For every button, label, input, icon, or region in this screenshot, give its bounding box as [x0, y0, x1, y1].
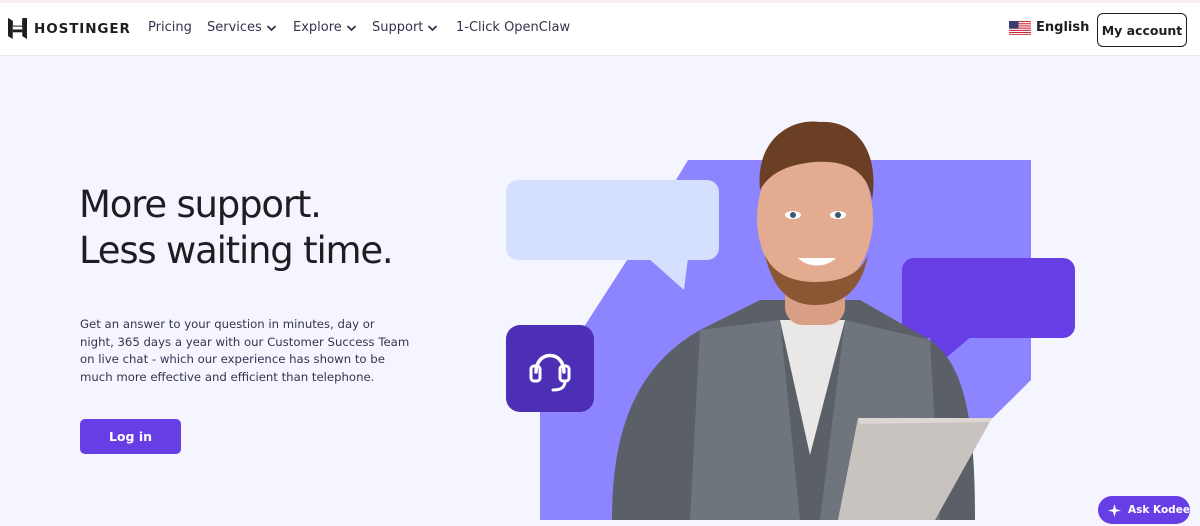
- support-illustration: [506, 121, 1075, 520]
- kodee-sparkle-icon: [1107, 503, 1122, 517]
- ask-kodee-label: Ask Kodee: [1128, 504, 1190, 516]
- headset-icon: [506, 325, 594, 412]
- ask-kodee-button[interactable]: Ask Kodee: [1098, 496, 1190, 524]
